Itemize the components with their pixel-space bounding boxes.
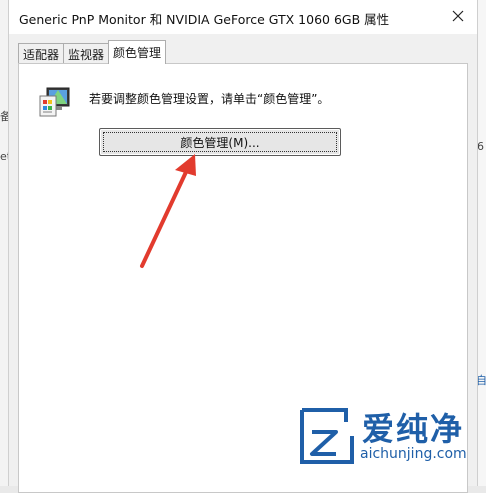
close-button[interactable]	[445, 4, 471, 28]
close-icon	[452, 10, 464, 22]
watermark-brand: 爱纯净	[362, 410, 465, 448]
background-text-fragment: et	[0, 150, 8, 163]
tab-adapter[interactable]: 适配器	[18, 43, 65, 64]
focus-rectangle	[103, 132, 337, 152]
color-management-button[interactable]: 颜色管理(M)...	[99, 128, 341, 156]
tab-color-management[interactable]: 颜色管理	[108, 40, 167, 64]
title-bar: Generic PnP Monitor 和 NVIDIA GeForce GTX…	[9, 0, 477, 34]
dialog-title: Generic PnP Monitor 和 NVIDIA GeForce GTX…	[19, 12, 390, 27]
tab-bar: 适配器 监视器 颜色管理	[18, 40, 167, 64]
background-text-fragment: 备	[0, 110, 8, 123]
watermark-url: aichunjing.com	[360, 446, 467, 462]
color-management-description: 若要调整颜色管理设置，请单击“颜色管理”。	[89, 92, 330, 106]
color-monitor-icon	[39, 87, 70, 117]
background-text-fragment: 6	[477, 140, 484, 153]
background-window-left	[0, 0, 8, 486]
watermark-logo-icon	[300, 408, 354, 464]
watermark: 爱纯净 aichunjing.com	[296, 402, 486, 486]
tab-monitor[interactable]: 监视器	[63, 43, 110, 64]
